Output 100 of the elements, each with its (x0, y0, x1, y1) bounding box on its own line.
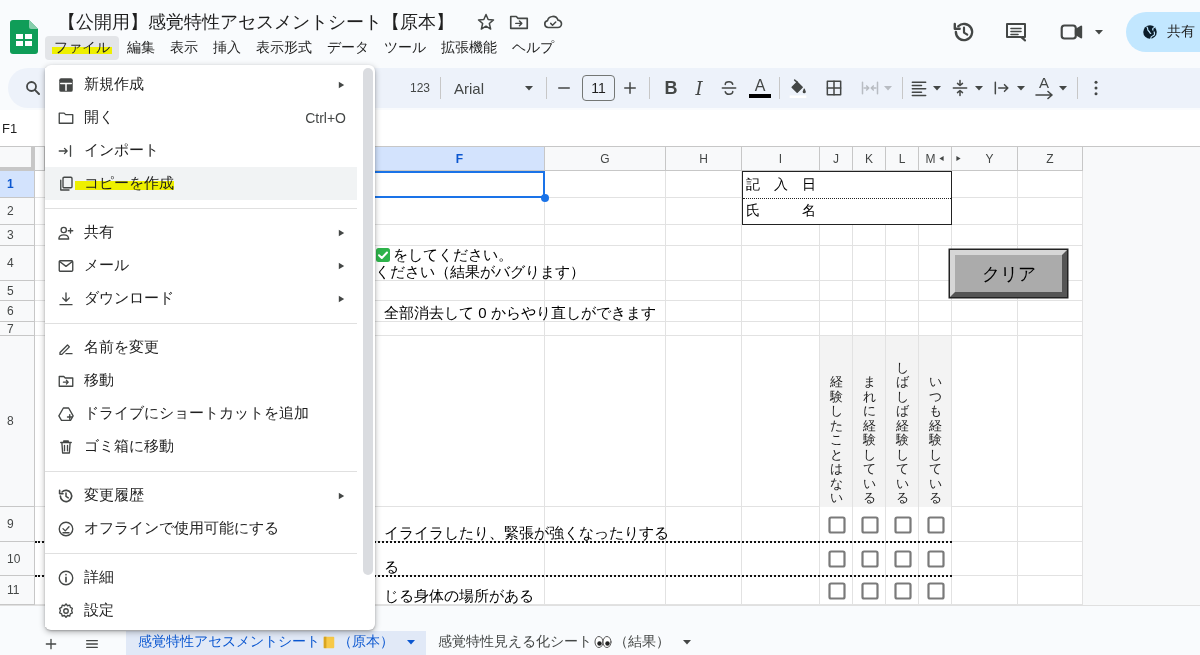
spreadsheet-logo[interactable] (10, 20, 38, 54)
checkbox[interactable] (860, 581, 879, 600)
document-title[interactable]: 【公開用】感覚特性アセスメントシート【原本】 (58, 10, 454, 34)
globe-icon (1141, 23, 1159, 41)
row-header[interactable]: 11 (0, 576, 35, 605)
scale-header: 経験したことはない (820, 336, 853, 507)
menubar-item[interactable]: ツール (377, 36, 433, 60)
fill-color-icon[interactable] (788, 77, 809, 99)
caret-icon[interactable] (1058, 83, 1069, 93)
eyes-icon (594, 634, 612, 650)
menubar-item[interactable]: 表示 (163, 36, 205, 60)
row-header[interactable]: 9 (0, 507, 35, 542)
row-header[interactable]: 8 (0, 336, 35, 507)
column-header[interactable]: L (886, 147, 919, 171)
column-header[interactable]: M (919, 147, 952, 171)
row-header[interactable]: 1 (0, 171, 35, 198)
column-header[interactable]: I (742, 147, 820, 171)
hidden-columns-arrow-icon[interactable] (937, 154, 945, 163)
hidden-columns-arrow-icon[interactable] (955, 154, 962, 163)
column-header[interactable]: Z (1018, 147, 1083, 171)
selected-cell[interactable] (375, 171, 545, 198)
row-header[interactable]: 6 (0, 301, 35, 322)
column-header[interactable]: K (853, 147, 886, 171)
checkbox[interactable] (827, 515, 846, 534)
offline-check-icon (57, 519, 75, 538)
notebook-icon (322, 634, 336, 650)
submenu-arrow-icon (337, 490, 346, 501)
row-header[interactable]: 3 (0, 225, 35, 246)
submenu-arrow-icon (337, 79, 346, 90)
row-header[interactable]: 5 (0, 281, 35, 301)
caret-icon[interactable] (1094, 27, 1104, 37)
caret-icon[interactable] (1016, 83, 1027, 93)
settings-icon (57, 601, 75, 620)
row-header[interactable]: 7 (0, 322, 35, 336)
text-rotation-button[interactable]: A (1034, 76, 1055, 100)
copy-icon (57, 174, 75, 193)
menubar-item[interactable]: 編集 (120, 36, 162, 60)
caret-icon (406, 637, 416, 647)
checkbox[interactable] (893, 550, 912, 568)
cell-text: ください（結果がバグります） (375, 263, 585, 280)
star-icon[interactable] (476, 12, 496, 32)
column-header[interactable]: F (375, 147, 545, 171)
caret-icon[interactable] (974, 83, 985, 93)
checkbox[interactable] (926, 515, 945, 534)
submenu-arrow-icon (337, 227, 346, 238)
scale-header: しばしば経験している (886, 336, 919, 507)
share-button[interactable]: 共有 (1126, 12, 1200, 52)
fill-handle[interactable] (541, 194, 549, 202)
font-size-field[interactable]: 11 (582, 75, 616, 101)
add-shortcut-icon (57, 404, 75, 423)
checkbox[interactable] (893, 581, 912, 600)
scrollbar[interactable] (363, 68, 373, 575)
comment-icon[interactable] (1004, 20, 1028, 44)
form-label: 氏名 (746, 202, 816, 221)
font-dropdown[interactable]: Arial (454, 79, 535, 97)
clear-button[interactable]: クリア (950, 250, 1067, 297)
caret-icon (524, 83, 535, 93)
scale-header: いつも経験している (919, 336, 952, 507)
checkbox[interactable] (827, 581, 846, 600)
bold-button[interactable]: B (661, 77, 682, 99)
checkbox[interactable] (893, 515, 912, 534)
checkbox[interactable] (860, 550, 879, 568)
text-color-button[interactable]: A (749, 78, 772, 98)
row-header[interactable]: 10 (0, 542, 35, 576)
checkbox[interactable] (926, 581, 945, 600)
submenu-arrow-icon (337, 260, 346, 271)
checkbox[interactable] (827, 550, 846, 568)
row-header[interactable]: 2 (0, 198, 35, 225)
column-header[interactable]: G (545, 147, 666, 171)
cell-text: 全部消去して 0 からやり直しができます (384, 304, 656, 321)
form-label: 記入日 (746, 175, 816, 194)
search-icon[interactable] (24, 79, 42, 97)
menubar-item[interactable]: 挿入 (206, 36, 248, 60)
arrow-icon (1035, 90, 1054, 100)
trash-icon (57, 437, 75, 456)
scale-header: まれに経験している (853, 336, 886, 507)
menubar-item[interactable]: 表示形式 (249, 36, 319, 60)
sheet-tab[interactable]: 感覚特性見える化シート （結果） (426, 631, 702, 655)
download-icon (57, 289, 75, 308)
menubar-item[interactable]: データ (320, 36, 376, 60)
menubar-item[interactable]: ヘルプ (505, 36, 561, 60)
caret-icon (883, 83, 894, 93)
cell-text: る (384, 558, 399, 575)
number-format-button[interactable]: 123 (410, 81, 431, 95)
checkbox[interactable] (926, 550, 945, 568)
row-header[interactable]: 4 (0, 246, 35, 281)
checkbox[interactable] (860, 515, 879, 534)
submenu-arrow-icon (337, 293, 346, 304)
name-box[interactable]: F1 (2, 120, 18, 136)
new-file-icon (57, 75, 75, 94)
column-header[interactable]: J (820, 147, 853, 171)
add-sheet-icon[interactable] (43, 636, 59, 652)
cell-text: をしてください。 (393, 246, 513, 263)
caret-icon[interactable] (932, 83, 943, 93)
column-header[interactable]: H (666, 147, 742, 171)
menubar-item[interactable]: 拡張機能 (434, 36, 504, 60)
cell-text: イライラしたり、緊張が強くなったりする (384, 524, 669, 541)
italic-button[interactable]: I (689, 77, 710, 99)
column-header[interactable]: Y (952, 147, 1018, 171)
sheet-tab[interactable]: 感覚特性アセスメントシート （原本） (126, 631, 426, 655)
